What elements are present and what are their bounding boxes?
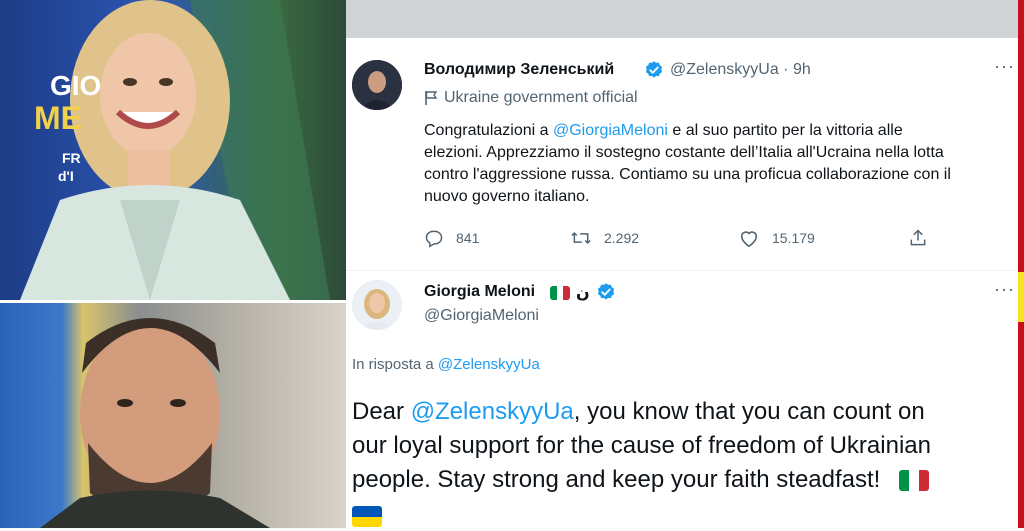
reply-count: 841 [456,230,480,246]
avatar-meloni[interactable] [352,280,402,330]
author-name[interactable]: Володимир Зеленський [424,61,614,79]
edge-strip [1018,0,1024,528]
more-icon[interactable]: ··· [994,279,1015,300]
tweet-line: nuovo governo italiano. [424,186,951,208]
government-label-text: Ukraine government official [444,89,638,106]
tweet-zelensky[interactable]: Володимир Зеленський @ZelenskyyUa · 9h ·… [346,38,1018,271]
government-flag-icon [425,91,438,105]
name-suffix: ن [576,285,590,302]
avatar-zelensky[interactable] [352,60,402,110]
tweet-body: Dear @ZelenskyyUa, you know that you can… [352,395,931,531]
avatar-zelensky-image [352,60,402,110]
share-button[interactable] [908,227,928,249]
reply-prefix: In risposta a [352,356,438,373]
reply-icon [425,230,443,248]
tweet-line: Dear @ZelenskyyUa, you know that you can… [352,395,931,429]
verified-badge-icon [597,283,615,300]
tweet-line: our loyal support for the cause of freed… [352,429,931,463]
tweet-line: elezioni. Apprezziamo il sostegno costan… [424,142,951,164]
like-icon [740,231,758,248]
tweet-text: e al suo partito per la vittoria alle [667,122,903,139]
avatar-meloni-image [352,280,402,330]
verified-badge-icon [645,61,663,78]
poster-text-1: GIO [50,70,102,101]
tweet-line: Congratulazioni a @GiorgiaMeloni e al su… [424,120,951,142]
share-icon [910,229,926,246]
tweet-text: people. Stay strong and keep your faith … [352,466,881,493]
more-icon[interactable]: ··· [994,56,1015,77]
top-bar [346,0,1024,38]
retweet-icon [571,231,591,245]
zelensky-portrait [40,318,270,528]
tweet-text: , you know that you can count on [573,398,925,425]
tweet-line [352,497,931,531]
author-meta: @ZelenskyyUa · 9h [670,61,811,79]
tweet-text: our loyal support for the cause of freed… [352,432,931,459]
mention-link[interactable]: @ZelenskyyUa [411,398,574,425]
poster-text-3: FR [62,150,81,166]
like-count: 15.179 [772,230,815,246]
italy-flag-icon [899,470,930,492]
reply-to-link[interactable]: @ZelenskyyUa [438,356,540,373]
meloni-portrait [20,0,330,300]
retweet-button[interactable]: 2.292 [570,228,639,248]
retweet-count: 2.292 [604,230,640,246]
tweet-text: contro l'aggressione russa. Contiamo su … [424,166,951,183]
tweet-body: Congratulazioni a @GiorgiaMeloni e al su… [424,120,951,208]
tweet-line: people. Stay strong and keep your faith … [352,463,931,497]
meta-separator: · [778,61,793,78]
reply-context: In risposta a @ZelenskyyUa [352,356,540,373]
italy-flag-icon [550,286,570,300]
tweet-text: Congratulazioni a [424,122,553,139]
like-button[interactable]: 15.179 [738,228,815,248]
photo-meloni: GIO ME FR d'I [0,0,346,300]
tweet-meloni[interactable]: Giorgia Meloni ن @GiorgiaMeloni ··· In r… [346,271,1018,528]
tweet-text: Dear [352,398,411,425]
reply-button[interactable]: 841 [424,228,479,248]
tweet-line: contro l'aggressione russa. Contiamo su … [424,164,951,186]
tweet-text: elezioni. Apprezziamo il sostegno costan… [424,144,944,161]
poster-text-4: d'I [58,168,74,184]
government-label[interactable]: Ukraine government official [424,89,638,107]
mention-link[interactable]: @GiorgiaMeloni [553,122,668,139]
ukraine-flag-icon [352,506,382,528]
poster-text-2: ME [34,100,82,136]
author-handle[interactable]: @GiorgiaMeloni [424,307,539,325]
tweet-text: nuovo governo italiano. [424,188,590,205]
author-handle[interactable]: @ZelenskyyUa [670,61,779,78]
author-name[interactable]: Giorgia Meloni [424,283,535,301]
tweet-time[interactable]: 9h [793,61,811,78]
photo-zelensky [0,303,346,528]
